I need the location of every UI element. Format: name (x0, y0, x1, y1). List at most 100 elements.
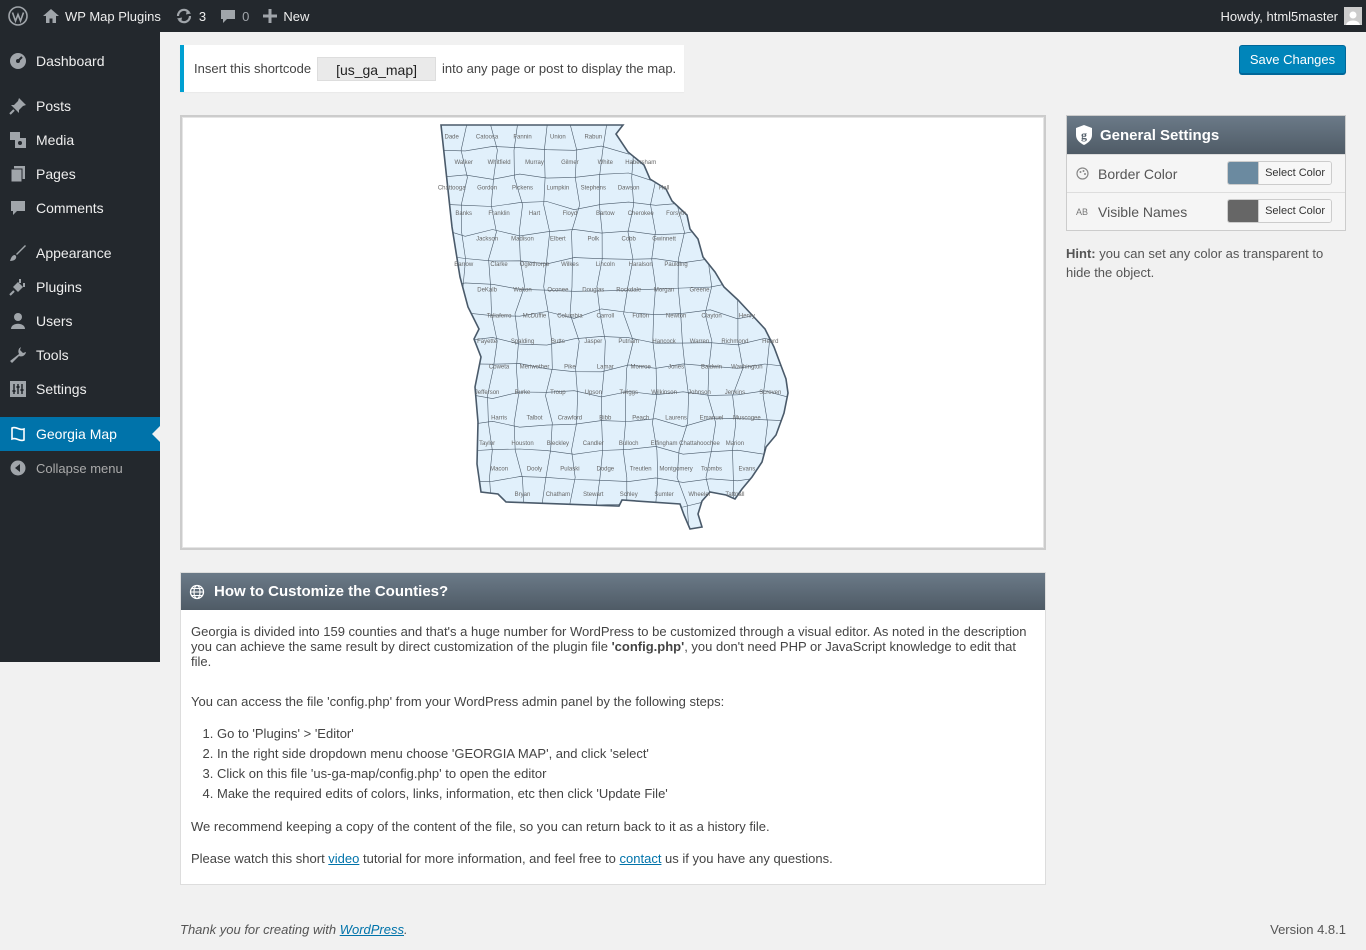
county-label[interactable]: Johnson (688, 390, 711, 396)
comments-link[interactable]: 0 (213, 0, 256, 32)
collapse-menu-button[interactable]: Collapse menu (0, 451, 160, 485)
contact-link[interactable]: contact (620, 851, 662, 866)
county-label[interactable]: Jones (668, 364, 684, 370)
county-label[interactable]: Greene (689, 288, 710, 294)
county-label[interactable]: Laurens (665, 416, 687, 422)
county-label[interactable]: Morgan (654, 288, 674, 294)
county-label[interactable]: Polk (587, 237, 600, 243)
county-label[interactable]: Haralson (629, 262, 653, 268)
county-label[interactable]: Dodge (596, 467, 614, 473)
county-label[interactable]: Fulton (632, 313, 649, 319)
county-label[interactable]: Toombs (701, 467, 722, 473)
county-label[interactable]: Butts (551, 339, 565, 345)
sidebar-item-plugins[interactable]: Plugins (0, 270, 160, 304)
county-label[interactable]: Clayton (701, 313, 721, 319)
county-label[interactable]: Tattnall (725, 492, 744, 498)
my-account-link[interactable]: Howdy, html5master (1213, 0, 1366, 32)
county-label[interactable]: McDuffie (523, 313, 547, 319)
county-label[interactable]: Jackson (476, 237, 498, 243)
county-label[interactable]: Jefferson (475, 390, 500, 396)
county-label[interactable]: Effingham (651, 441, 678, 447)
sidebar-item-tools[interactable]: Tools (0, 338, 160, 372)
county-label[interactable]: Hart (529, 211, 541, 217)
county-label[interactable]: Hall (659, 186, 669, 192)
county-label[interactable]: Houston (511, 441, 533, 447)
county-label[interactable]: Floyd (563, 211, 578, 217)
county-label[interactable]: Columbia (557, 313, 583, 319)
county-label[interactable]: Schley (620, 492, 638, 498)
county-label[interactable]: Richmond (721, 339, 748, 345)
county-label[interactable]: Pike (564, 364, 576, 370)
sidebar-item-media[interactable]: Media (0, 123, 160, 157)
sidebar-item-comments[interactable]: Comments (0, 191, 160, 225)
new-content-link[interactable]: New (256, 0, 316, 32)
county-label[interactable]: Meriwether (520, 364, 550, 370)
shortcode-box[interactable]: [us_ga_map] (317, 56, 437, 81)
county-label[interactable]: Screven (759, 390, 781, 396)
county-label[interactable]: Warren (690, 339, 709, 345)
county-label[interactable]: Wilkes (561, 262, 579, 268)
sidebar-item-posts[interactable]: Posts (0, 89, 160, 123)
county-label[interactable]: Walker (454, 160, 472, 166)
county-label[interactable]: Lamar (597, 364, 614, 370)
county-label[interactable]: Baldwin (701, 364, 722, 370)
county-label[interactable]: Whitfield (488, 160, 511, 166)
county-label[interactable]: Chattahoochee (679, 441, 720, 447)
county-label[interactable]: Newton (666, 313, 686, 319)
county-label[interactable]: Evans (739, 467, 756, 473)
county-label[interactable]: Hancock (652, 339, 676, 345)
county-label[interactable]: Marion (726, 441, 744, 447)
county-label[interactable]: Henry (739, 313, 755, 319)
county-label[interactable]: Gordon (477, 186, 497, 192)
county-label[interactable]: Heard (762, 339, 778, 345)
county-label[interactable]: Monroe (631, 364, 652, 370)
county-label[interactable]: Wheeler (688, 492, 710, 498)
county-label[interactable]: Dooly (527, 467, 542, 473)
county-label[interactable]: Rockdale (616, 288, 642, 294)
county-label[interactable]: Gilmer (561, 160, 579, 166)
county-label[interactable]: Bleckley (547, 441, 569, 447)
county-label[interactable]: DeKalb (477, 288, 497, 294)
county-label[interactable]: Cobb (622, 237, 637, 243)
county-label[interactable]: Upson (585, 390, 602, 396)
county-label[interactable]: Banks (455, 211, 472, 217)
wordpress-link[interactable]: WordPress (340, 922, 404, 937)
sidebar-item-georgia-map[interactable]: Georgia Map (0, 417, 160, 451)
county-label[interactable]: Catoosa (476, 134, 499, 140)
county-label[interactable]: Troup (550, 390, 566, 396)
county-label[interactable]: Spalding (511, 339, 534, 345)
county-label[interactable]: Forsyth (666, 211, 686, 217)
sidebar-item-appearance[interactable]: Appearance (0, 236, 160, 270)
county-label[interactable]: Madison (511, 237, 534, 243)
county-label[interactable]: Jasper (584, 339, 602, 345)
county-label[interactable]: Bulloch (619, 441, 639, 447)
county-label[interactable]: Sumter (654, 492, 673, 498)
county-label[interactable]: Wilkinson (651, 390, 677, 396)
county-label[interactable]: Chattooga (438, 186, 466, 192)
county-label[interactable]: Taylor (479, 441, 495, 447)
county-label[interactable]: Treutlen (630, 467, 652, 473)
county-label[interactable]: Candler (583, 441, 604, 447)
county-label[interactable]: Pulaski (560, 467, 579, 473)
names-color-picker-button[interactable]: Select Color (1227, 199, 1332, 223)
county-label[interactable]: Elbert (550, 237, 566, 243)
county-label[interactable]: White (598, 160, 614, 166)
county-label[interactable]: Bartow (596, 211, 615, 217)
county-label[interactable]: Clarke (490, 262, 508, 268)
county-label[interactable]: Twiggs (619, 390, 638, 396)
georgia-map[interactable]: Dade Catoosa Fannin Union Rabun Walker Whitfie… (182, 117, 1044, 548)
county-label[interactable]: Lincoln (596, 262, 615, 268)
video-link[interactable]: video (328, 851, 359, 866)
county-label[interactable]: Dade (445, 134, 460, 140)
county-label[interactable]: Douglas (582, 288, 604, 294)
county-label[interactable]: Chatham (546, 492, 570, 498)
county-label[interactable]: Union (550, 134, 566, 140)
wordpress-logo-icon[interactable] (0, 0, 36, 32)
county-label[interactable]: Fannin (513, 134, 531, 140)
county-label[interactable]: Bryan (515, 492, 531, 498)
updates-link[interactable]: 3 (168, 0, 213, 32)
county-label[interactable]: Paulding (664, 262, 687, 268)
county-label[interactable]: Peach (632, 416, 649, 422)
sidebar-item-users[interactable]: Users (0, 304, 160, 338)
county-label[interactable]: Montgomery (659, 467, 692, 473)
